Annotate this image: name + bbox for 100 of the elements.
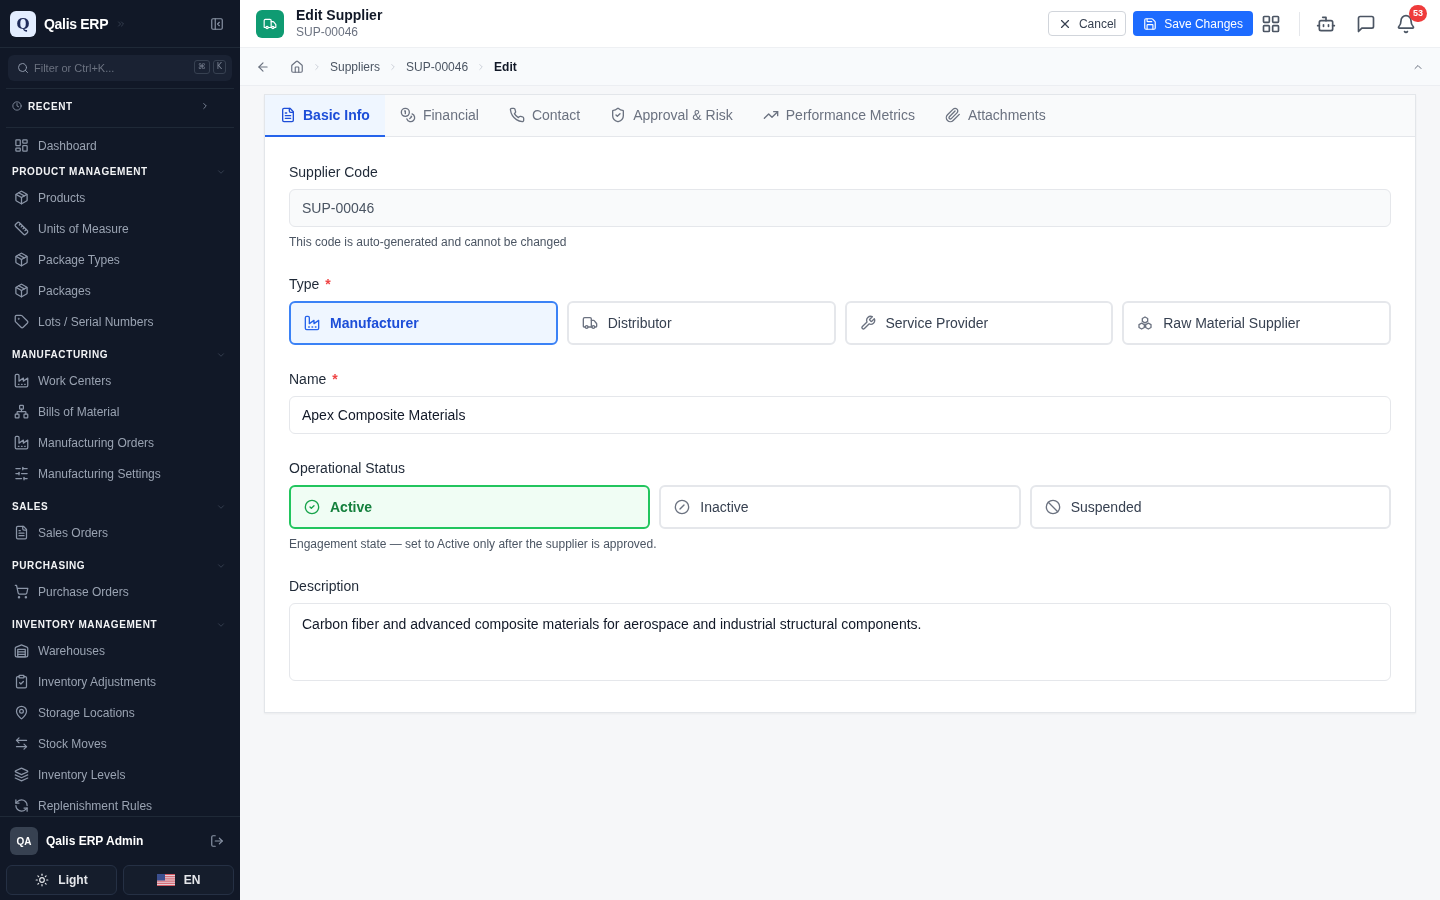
user-avatar: QA bbox=[10, 827, 38, 855]
field-label: Name bbox=[289, 370, 327, 389]
brand-logo: Q bbox=[10, 10, 36, 37]
help-text: This code is auto-generated and cannot be changed bbox=[289, 234, 568, 250]
nav-item[interactable]: Products bbox=[0, 182, 240, 213]
truck-icon bbox=[581, 315, 598, 331]
check-circle-icon bbox=[304, 499, 320, 515]
package-icon bbox=[14, 252, 29, 267]
logout-icon[interactable] bbox=[210, 834, 224, 848]
shortcut-key: ⌘ bbox=[193, 60, 210, 74]
page-subtitle: SUP-00046 bbox=[296, 25, 360, 40]
collapse-sidebar-icon[interactable] bbox=[210, 16, 224, 31]
tab[interactable]: Basic Info bbox=[265, 95, 385, 137]
map-pin-icon bbox=[14, 705, 29, 720]
breadcrumb-link[interactable]: SUP-00046 bbox=[406, 59, 469, 74]
hierarchy-icon bbox=[14, 404, 29, 419]
nav-item[interactable]: Dashboard bbox=[0, 130, 240, 161]
tab[interactable]: Approval & Risk bbox=[595, 95, 748, 137]
breadcrumb-link[interactable]: Suppliers bbox=[330, 59, 381, 74]
status-option[interactable]: Suspended bbox=[1029, 485, 1391, 529]
apps-grid-icon[interactable] bbox=[1261, 13, 1281, 34]
tab[interactable]: Attachments bbox=[929, 95, 1061, 137]
warehouse-icon bbox=[14, 643, 29, 658]
nav-item[interactable]: Packages bbox=[0, 275, 240, 306]
section-header[interactable]: SALES bbox=[0, 496, 240, 517]
nav-item[interactable]: Units of Measure bbox=[0, 213, 240, 244]
nav-item[interactable]: Replenishment Rules bbox=[0, 790, 240, 816]
boxes-icon bbox=[1137, 315, 1154, 331]
language-button[interactable]: EN bbox=[123, 865, 234, 895]
section-header[interactable]: INVENTORY MANAGEMENT bbox=[0, 614, 240, 635]
nav-item[interactable]: Inventory Adjustments bbox=[0, 666, 240, 697]
field-label: Operational Status bbox=[289, 459, 405, 478]
nav-item[interactable]: Stock Moves bbox=[0, 728, 240, 759]
nav-item[interactable]: Purchase Orders bbox=[0, 576, 240, 607]
save-icon bbox=[1143, 16, 1158, 31]
paperclip-icon bbox=[944, 107, 961, 123]
recent-header[interactable]: RECENT bbox=[0, 89, 240, 127]
breadcrumb-current: Edit bbox=[494, 59, 517, 74]
tab[interactable]: Performance Metrics bbox=[747, 95, 930, 137]
user-name: Qalis ERP Admin bbox=[46, 834, 145, 848]
nav-item[interactable]: Lots / Serial Numbers bbox=[0, 306, 240, 337]
save-button[interactable]: Save Changes bbox=[1133, 11, 1253, 36]
phone-icon bbox=[508, 107, 525, 123]
cancel-button[interactable]: Cancel bbox=[1047, 11, 1127, 36]
description-field[interactable]: Carbon fiber and advanced composite materials for aerospace and industrial structural components. bbox=[289, 603, 1391, 681]
flag-icon bbox=[156, 874, 175, 886]
nav-item[interactable]: Manufacturing Settings bbox=[0, 458, 240, 489]
nav-item[interactable]: Sales Orders bbox=[0, 517, 240, 548]
name-field[interactable]: Apex Composite Materials bbox=[289, 396, 1391, 434]
type-option[interactable]: Service Provider bbox=[844, 301, 1114, 345]
section-header[interactable]: PRODUCT MANAGEMENT bbox=[0, 161, 240, 182]
shield-check-icon bbox=[610, 107, 627, 123]
sliders-icon bbox=[14, 466, 29, 481]
nav-item[interactable]: Package Types bbox=[0, 244, 240, 275]
wrench-icon bbox=[859, 315, 876, 331]
tag-icon bbox=[14, 314, 29, 329]
factory-icon bbox=[14, 435, 29, 450]
chevron-right-icon bbox=[312, 61, 322, 72]
home-icon[interactable] bbox=[290, 59, 304, 74]
clipboard-check-icon bbox=[14, 674, 29, 689]
status-option[interactable]: Active bbox=[289, 485, 651, 529]
section-header[interactable]: PURCHASING bbox=[0, 555, 240, 576]
nav-item[interactable]: Storage Locations bbox=[0, 697, 240, 728]
nav-item[interactable]: Inventory Levels bbox=[0, 759, 240, 790]
tab[interactable]: Contact bbox=[493, 95, 596, 137]
circle-slash-icon bbox=[674, 499, 691, 515]
document-icon bbox=[280, 107, 296, 123]
arrows-icon bbox=[14, 736, 29, 751]
factory-icon bbox=[304, 315, 320, 331]
notification-badge: 53 bbox=[1409, 4, 1427, 22]
tab[interactable]: Financial bbox=[384, 95, 494, 137]
ban-icon bbox=[1044, 499, 1061, 515]
dashboard-icon bbox=[14, 138, 29, 153]
type-option[interactable]: Distributor bbox=[566, 301, 836, 345]
ruler-icon bbox=[14, 221, 29, 236]
help-text: Engagement state — set to Active only after the supplier is approved. bbox=[289, 536, 658, 552]
layers-icon bbox=[14, 767, 29, 782]
chat-icon[interactable] bbox=[1356, 13, 1376, 34]
double-chevron-icon bbox=[116, 18, 127, 29]
nav-item[interactable]: Bills of Material bbox=[0, 396, 240, 427]
field-label: Supplier Code bbox=[289, 163, 378, 182]
theme-button[interactable]: Light bbox=[6, 865, 117, 895]
coins-icon bbox=[399, 107, 416, 123]
cart-icon bbox=[14, 584, 29, 599]
status-option[interactable]: Inactive bbox=[659, 485, 1021, 529]
truck-icon bbox=[256, 9, 284, 38]
shortcut-key: K bbox=[212, 60, 226, 74]
type-option[interactable]: Raw Material Supplier bbox=[1122, 301, 1391, 345]
nav-item[interactable]: Manufacturing Orders bbox=[0, 427, 240, 458]
clock-icon bbox=[12, 101, 22, 111]
page-title: Edit Supplier bbox=[296, 7, 383, 24]
field-label: Description bbox=[289, 577, 360, 596]
nav-item[interactable]: Warehouses bbox=[0, 635, 240, 666]
type-option[interactable]: Manufacturer bbox=[289, 301, 558, 345]
factory-icon bbox=[14, 373, 29, 388]
brand-name: Qalis ERP bbox=[44, 15, 109, 32]
field-label: Type bbox=[289, 275, 320, 294]
required-mark: * bbox=[332, 370, 338, 389]
section-header[interactable]: MANUFACTURING bbox=[0, 344, 240, 365]
nav-item[interactable]: Work Centers bbox=[0, 365, 240, 396]
